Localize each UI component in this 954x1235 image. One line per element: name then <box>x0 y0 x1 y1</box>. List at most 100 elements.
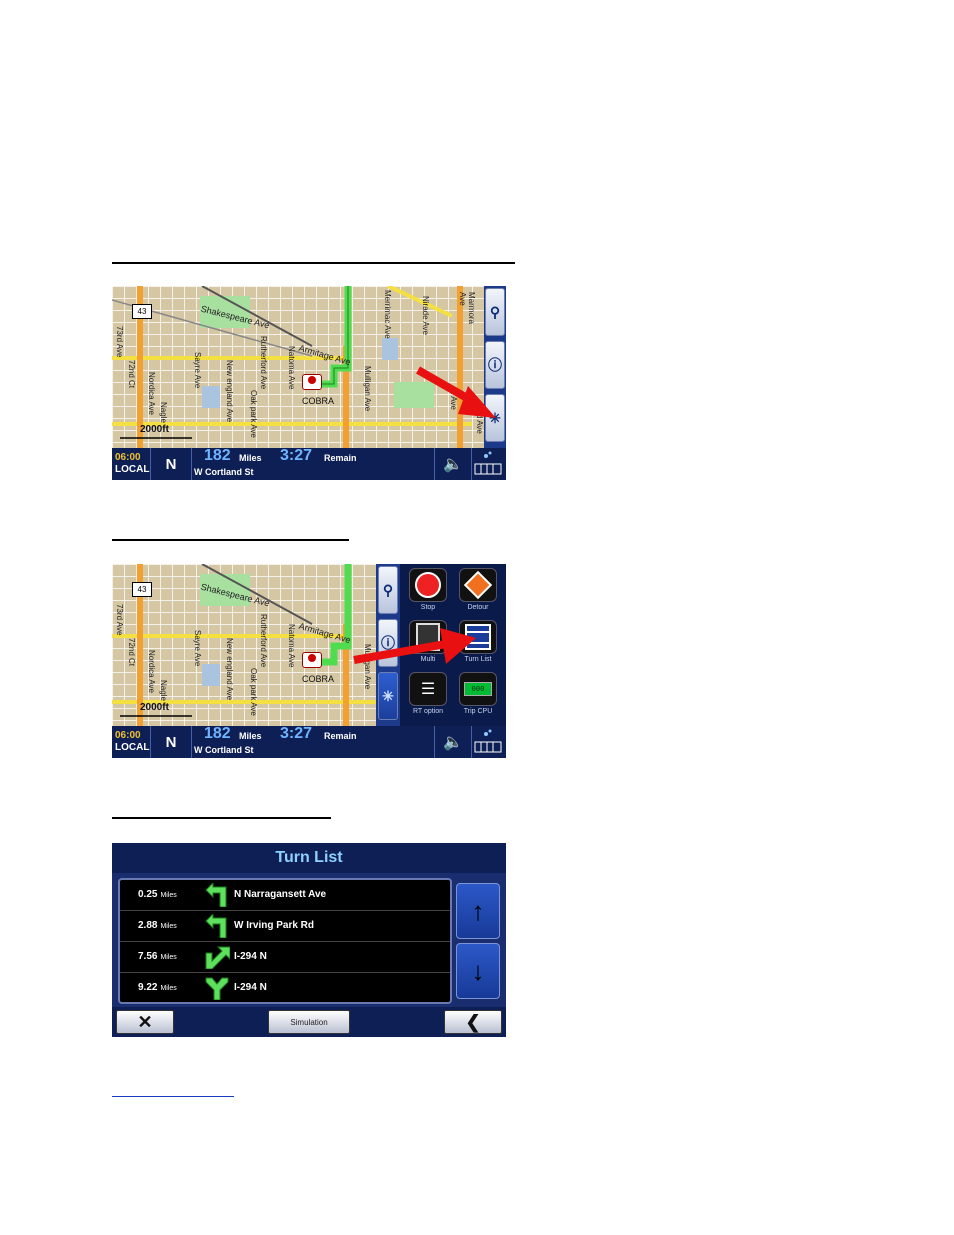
turn-distance-unit: Miles <box>160 985 177 992</box>
street-label-natoma: Natoma Ave <box>287 346 296 390</box>
local-time: 06:00 LOCAL <box>115 730 149 754</box>
street-label-oak-park: Oak park Ave <box>249 668 258 716</box>
turn-list-body: 0.25 Miles N Narragansett Ave 2.88 Miles W… <box>112 873 506 1007</box>
turn-row[interactable]: 0.25 Miles N Narragansett Ave <box>120 880 450 911</box>
street-label-marmora: Marmora Ave <box>458 292 476 325</box>
street-label-72nd: 72nd Ct <box>127 638 136 667</box>
turn-left-arrow-icon <box>205 914 227 938</box>
street-label-narragansett: Nirade Ave <box>421 296 430 335</box>
map-scale-label: 2000ft <box>140 702 169 713</box>
simulation-button[interactable]: Simulation <box>268 1010 350 1034</box>
sliders-icon: ☰ <box>409 672 447 706</box>
turn-list-title: Turn List <box>112 843 506 874</box>
distance-unit: Miles <box>239 731 262 741</box>
street-label-oak-park: Oak park Ave <box>249 390 258 438</box>
magnifier-icon: ⚲ <box>489 303 501 320</box>
menu-item-label: Trip CPU <box>463 708 493 715</box>
back-arrow-icon: ❮ <box>465 1011 481 1032</box>
turn-row[interactable]: 7.56 Miles I-294 N <box>120 942 450 973</box>
volume-button[interactable]: 🔈 <box>434 726 472 758</box>
heading-indicator[interactable]: N <box>150 448 192 480</box>
time-remaining: 3:27 <box>280 447 313 464</box>
distance-unit: Miles <box>239 453 262 463</box>
back-button[interactable]: ❮ <box>444 1010 502 1034</box>
heading-indicator[interactable]: N <box>150 726 192 758</box>
section-underline-2 <box>112 539 349 541</box>
turn-row[interactable]: 9.22 Miles I-294 N <box>120 973 450 1003</box>
time-remaining: 3:27 <box>280 725 313 742</box>
menu-item-stop[interactable]: Stop <box>404 568 452 618</box>
street-label-73rd: 73rd Ave <box>115 326 124 358</box>
street-label-natoma: Natoma Ave <box>287 624 296 668</box>
menu-item-label: Detour <box>467 604 489 611</box>
street-label-nordica: Nordica Ave <box>147 372 156 415</box>
street-label-73rd: 73rd Ave <box>115 604 124 636</box>
nav-status-bar: 06:00 LOCAL N 182 Miles 3:27 Remain W Cor… <box>112 447 506 480</box>
turn-list: 0.25 Miles N Narragansett Ave 2.88 Miles W… <box>118 878 452 1004</box>
volume-button[interactable]: 🔈 <box>434 448 472 480</box>
close-button[interactable]: ✕ <box>116 1010 174 1034</box>
turn-distance: 9.22 Miles <box>138 982 177 993</box>
nav-screenshot-map: 43 Shakespeare Ave Armitage Ave Nordica … <box>112 286 506 480</box>
speaker-icon: 🔈 <box>443 456 463 473</box>
turn-street: W Irving Park Rd <box>234 920 315 931</box>
time-label: LOCAL <box>115 742 150 753</box>
section-underline-1 <box>112 262 515 264</box>
nav-status-bar: 06:00 LOCAL N 182 Miles 3:27 Remain W Cor… <box>112 725 506 758</box>
turn-distance-unit: Miles <box>160 954 177 961</box>
menu-item-trip-cpu[interactable]: 000 Trip CPU <box>454 672 502 722</box>
poi-label-cobra: COBRA <box>302 396 335 406</box>
street-label-rutherford: Rutherford Ave <box>259 336 268 390</box>
stop-icon <box>409 568 447 602</box>
nav-screenshot-menu: 43 Shakespeare Ave Armitage Ave Rutherfo… <box>112 564 506 758</box>
turn-street: N Narragansett Ave <box>234 889 327 900</box>
section-underline-3 <box>112 817 331 819</box>
zoom-search-button[interactable]: ⚲ <box>378 566 398 614</box>
vehicle-position-icon <box>302 374 322 390</box>
menu-item-detour[interactable]: Detour <box>454 568 502 618</box>
red-pointer-arrow <box>416 366 496 418</box>
distance-remaining: 182 <box>204 725 231 742</box>
menu-item-label: RT option <box>412 708 444 715</box>
route-shield-43: 43 <box>132 304 152 319</box>
turn-list-footer: ✕ Simulation ❮ <box>112 1007 506 1037</box>
turn-distance-unit: Miles <box>160 923 177 930</box>
turn-distance-value: 2.88 <box>138 920 158 931</box>
gps-signal-icon[interactable] <box>472 728 504 756</box>
menu-button[interactable]: ✳ <box>378 672 398 720</box>
turn-left-arrow-icon <box>205 883 227 907</box>
current-street: W Cortland St <box>194 467 254 477</box>
street-label-72nd: 72nd Ct <box>127 360 136 389</box>
turn-distance: 2.88 Miles <box>138 920 177 931</box>
scroll-down-button[interactable]: ↓ <box>456 943 500 999</box>
street-label-sayre: Sayre Ave <box>193 630 202 667</box>
street-label-nordica: Nordica Ave <box>147 650 156 693</box>
keep-right-arrow-icon <box>205 946 230 969</box>
turn-distance-value: 7.56 <box>138 951 158 962</box>
turn-list-screen: Turn List 0.25 Miles N Narragansett Ave 2… <box>112 843 506 1037</box>
local-time: 06:00 LOCAL <box>115 452 149 476</box>
turn-distance-unit: Miles <box>160 892 177 899</box>
current-street: W Cortland St <box>194 745 254 755</box>
gps-signal-icon[interactable] <box>472 450 504 478</box>
turn-distance: 7.56 Miles <box>138 951 177 962</box>
street-label-nagle: Nagle <box>159 402 168 423</box>
menu-item-rt-option[interactable]: ☰ RT option <box>404 672 452 722</box>
cpu-display: 000 <box>464 682 492 696</box>
arrow-down-icon: ↓ <box>471 955 485 986</box>
turn-row[interactable]: 2.88 Miles W Irving Park Rd <box>120 911 450 942</box>
scroll-up-button[interactable]: ↑ <box>456 883 500 939</box>
street-label-rutherford: Rutherford Ave <box>259 614 268 668</box>
zoom-search-button[interactable]: ⚲ <box>485 288 505 336</box>
vehicle-position-icon <box>302 652 322 668</box>
asterisk-menu-icon: ✳ <box>382 687 394 704</box>
distance-remaining: 182 <box>204 447 231 464</box>
menu-item-label: Stop <box>420 604 436 611</box>
map-scale-label: 2000ft <box>140 424 169 435</box>
time-value: 06:00 <box>115 452 141 463</box>
turn-distance-value: 9.22 <box>138 982 158 993</box>
street-label-new-england: New england Ave <box>225 360 234 423</box>
street-label-merrimac: Merrimac Ave <box>383 290 392 339</box>
turn-street: I-294 N <box>234 982 267 993</box>
time-label: LOCAL <box>115 464 150 475</box>
